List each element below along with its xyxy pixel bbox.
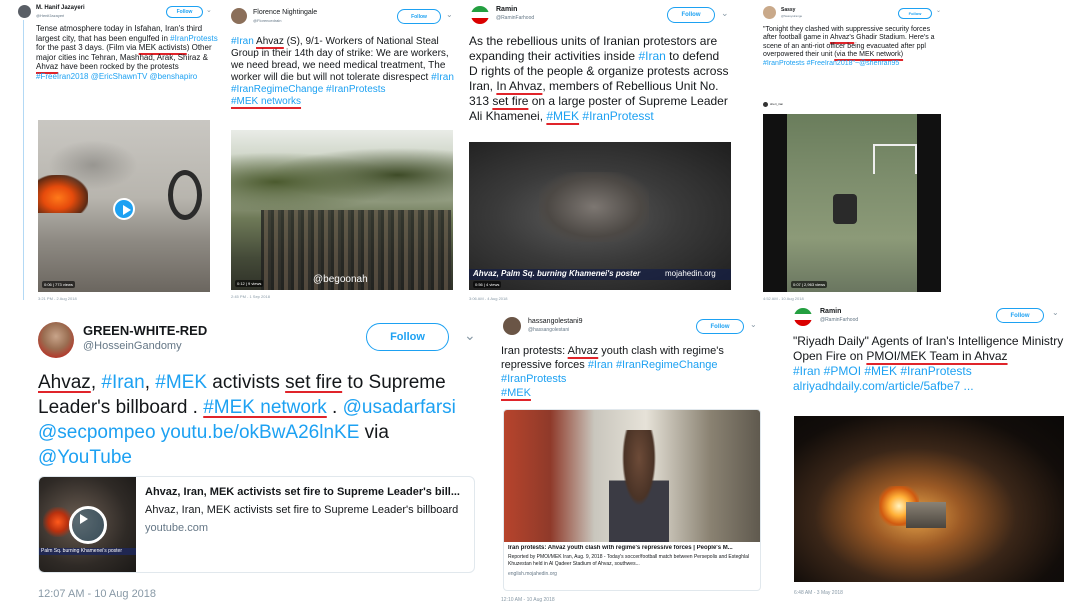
- video-thumbnail[interactable]: 0:06 | 773 views: [38, 120, 210, 292]
- play-icon[interactable]: [113, 198, 135, 220]
- trees-image: [231, 140, 453, 210]
- tweet-timestamp[interactable]: 2:45 PM - 1 Sep 2018: [231, 294, 270, 299]
- chevron-down-icon[interactable]: ⌄: [1052, 309, 1059, 317]
- video-site: mojahedin.org: [665, 269, 716, 278]
- link-card[interactable]: Iran protests: Ahvaz youth clash with re…: [503, 409, 761, 591]
- user-name[interactable]: Florence Nightingale: [253, 9, 317, 16]
- video-duration-badge: 0:56 | 4 views: [473, 281, 502, 288]
- video-duration-badge: 0:07 | 2,963 views: [791, 281, 828, 288]
- user-name[interactable]: Ramin: [820, 308, 841, 315]
- user-name[interactable]: GREEN-WHITE-RED: [83, 323, 207, 338]
- tweet-timestamp[interactable]: 12:07 AM - 10 Aug 2018: [38, 588, 156, 600]
- young-man-image: [609, 430, 669, 542]
- poster-image: [539, 172, 649, 242]
- follow-button[interactable]: Follow: [366, 323, 449, 351]
- link-card-description: Reported by PMOI/MEK Iran, Aug. 9, 2018 …: [508, 554, 749, 567]
- thread-line: [23, 20, 24, 300]
- user-handle[interactable]: @HosseinGandomy: [83, 340, 182, 352]
- user-handle[interactable]: @Sassystrange: [781, 14, 802, 18]
- video-watermark: @begoonah: [313, 274, 368, 285]
- quoted-avatar: [763, 102, 768, 107]
- tweet-card-7: Ramin @RaminFarhood Follow ⌄ "Riyadh Dai…: [790, 304, 1076, 606]
- tweet-card-2: Florence Nightingale @Florencedrain Foll…: [225, 2, 461, 304]
- tweet-card-3: Ramin @RaminFarhood Follow ⌄ As the rebe…: [467, 2, 735, 304]
- follow-button[interactable]: Follow: [166, 6, 203, 18]
- link-card[interactable]: Palm Sq. burning Khamenei's poster Ahvaz…: [38, 476, 475, 573]
- follow-button[interactable]: Follow: [667, 7, 715, 23]
- link-card-description: Ahvaz, Iran, MEK activists set fire to S…: [145, 504, 459, 516]
- user-name[interactable]: Sassy: [781, 7, 795, 13]
- tweet-text: #Iran Ahvaz (S), 9/1- Workers of Nationa…: [231, 36, 454, 107]
- follow-button[interactable]: Follow: [696, 319, 744, 334]
- tweet-card-6: hassangolestani9 @hassangolestani Follow…: [497, 314, 771, 606]
- follow-button[interactable]: Follow: [397, 9, 441, 24]
- user-name[interactable]: M. Hanif Jazayeri: [36, 5, 85, 11]
- tweet-timestamp[interactable]: 6:48 AM - 3 May 2018: [794, 590, 843, 596]
- smoke-image: [48, 140, 138, 190]
- tweet-timestamp[interactable]: 3:21 PM - 2 Aug 2018: [38, 296, 77, 301]
- avatar[interactable]: [471, 6, 489, 24]
- user-handle[interactable]: @Florencedrain: [253, 18, 282, 23]
- tweet-card-5: GREEN-WHITE-RED @HosseinGandomy Follow ⌄…: [30, 314, 490, 606]
- user-handle[interactable]: @hassangolestani: [528, 327, 569, 333]
- goal-net-image: [873, 144, 917, 174]
- avatar[interactable]: [18, 5, 31, 18]
- chevron-down-icon[interactable]: ⌄: [206, 7, 212, 14]
- follow-button[interactable]: Follow: [898, 8, 932, 19]
- avatar[interactable]: [794, 308, 812, 326]
- riot-officer-image: [833, 194, 857, 224]
- link-card-title: Ahvaz, Iran, MEK activists set fire to S…: [145, 486, 460, 498]
- follow-button[interactable]: Follow: [996, 308, 1044, 323]
- link-card-site: youtube.com: [145, 522, 208, 534]
- video-duration-badge: 0:12 | 9 views: [235, 280, 264, 287]
- chevron-down-icon[interactable]: ⌄: [936, 8, 941, 14]
- avatar[interactable]: [231, 8, 247, 24]
- chevron-down-icon[interactable]: ⌄: [464, 328, 476, 342]
- link-card-thumbnail: Palm Sq. burning Khamenei's poster: [39, 477, 136, 572]
- thumbnail-caption: Palm Sq. burning Khamenei's poster: [41, 548, 122, 554]
- tweet-card-1: M. Hanif Jazayeri @HenifJazayeri Follow …: [14, 2, 220, 304]
- video-duration-badge: 0:06 | 773 views: [42, 281, 75, 288]
- user-handle[interactable]: @RaminFarhood: [820, 317, 858, 323]
- avatar[interactable]: [763, 6, 776, 19]
- tweet-text: "Tonight they clashed with suppressive s…: [763, 26, 935, 67]
- video-caption: Ahvaz, Palm Sq. burning Khamenei's poste…: [473, 269, 641, 278]
- tweet-card-4: Sassy @Sassystrange Follow ⌄ "Tonight th…: [760, 2, 948, 304]
- tweet-text: Tense atmosphere today in Isfahan, Iran'…: [36, 24, 218, 81]
- avatar[interactable]: [38, 322, 74, 358]
- link-card-image: [504, 410, 760, 542]
- tweet-photo[interactable]: [794, 416, 1064, 582]
- link-card-title: Iran protests: Ahvaz youth clash with re…: [508, 545, 733, 551]
- play-icon[interactable]: [69, 506, 107, 544]
- motorbike-image: [168, 170, 202, 220]
- video-thumbnail[interactable]: 0:07 | 2,963 views: [763, 114, 941, 292]
- avatar[interactable]: [503, 317, 521, 335]
- quoted-user: sheri_iran: [770, 102, 784, 106]
- tweet-text: As the rebellious units of Iranian prote…: [469, 34, 729, 123]
- tweet-timestamp[interactable]: 12:10 AM - 10 Aug 2018: [501, 597, 555, 603]
- chevron-down-icon[interactable]: ⌄: [446, 11, 453, 19]
- tweet-timestamp[interactable]: 4:52 AM - 10 Aug 2018: [763, 296, 804, 301]
- tweet-text: Iran protests: Ahvaz youth clash with re…: [501, 345, 724, 399]
- user-name[interactable]: hassangolestani9: [528, 318, 583, 325]
- tweet-text: Ahvaz, #Iran, #MEK activists set fire to…: [38, 372, 456, 468]
- user-name[interactable]: Ramin: [496, 6, 517, 13]
- user-handle[interactable]: @RaminFarhood: [496, 15, 534, 21]
- chevron-down-icon[interactable]: ⌄: [721, 9, 729, 18]
- chevron-down-icon[interactable]: ⌄: [750, 321, 757, 329]
- tweet-timestamp[interactable]: 3:06 AM - 4 Aug 2018: [469, 296, 507, 301]
- vehicle-image: [906, 502, 946, 528]
- link-card-site: english.mojahedin.org: [508, 571, 557, 577]
- video-thumbnail[interactable]: Ahvaz, Palm Sq. burning Khamenei's poste…: [469, 142, 731, 290]
- tweet-text: "Riyadh Daily" Agents of Iran's Intellig…: [793, 334, 1064, 393]
- video-thumbnail[interactable]: @begoonah 0:12 | 9 views: [231, 130, 453, 290]
- user-handle[interactable]: @HenifJazayeri: [36, 13, 64, 18]
